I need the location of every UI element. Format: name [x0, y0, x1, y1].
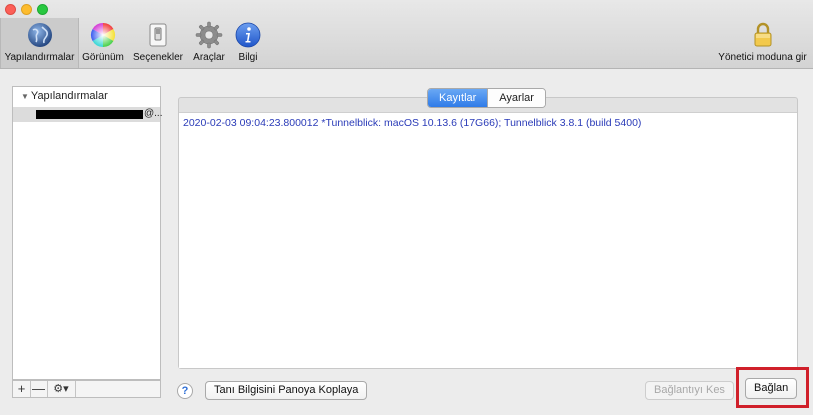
minimize-window-button[interactable]	[21, 4, 32, 15]
toolbar-configurations[interactable]: Yapılandırmalar	[0, 18, 79, 68]
tab-logs[interactable]: Kayıtlar	[428, 89, 488, 107]
toolbar-configurations-label: Yapılandırmalar	[4, 52, 75, 63]
log-view[interactable]: 2020-02-03 09:04:23.800012 *Tunnelblick:…	[179, 112, 797, 368]
toolbar-info[interactable]: Bilgi	[230, 18, 266, 68]
tab-settings[interactable]: Ayarlar	[487, 89, 545, 107]
tab-bar: Kayıtlar Ayarlar	[427, 88, 546, 108]
disconnect-button[interactable]: Bağlantıyı Kes	[645, 381, 734, 400]
configuration-item-suffix: @...	[144, 108, 163, 119]
help-button[interactable]: ?	[177, 383, 193, 399]
sidebar-button-bar: + — ⚙▾	[12, 380, 161, 398]
disclosure-triangle-icon[interactable]: ▼	[21, 92, 29, 101]
gear-icon	[195, 21, 223, 49]
toolbar-admin-mode-label: Yönetici moduna gir	[718, 52, 807, 63]
toolbar-admin-mode[interactable]: Yönetici moduna gir	[712, 18, 813, 68]
configurations-header[interactable]: ▼ Yapılandırmalar	[21, 90, 108, 102]
copy-diagnostics-button[interactable]: Tanı Bilgisini Panoya Koplaya	[205, 381, 368, 400]
redacted-configuration-name	[36, 110, 143, 119]
toolbar-options-label: Seçenekler	[132, 52, 184, 63]
configuration-item[interactable]: @...	[13, 107, 163, 122]
info-icon	[235, 22, 261, 48]
configurations-header-label: Yapılandırmalar	[30, 90, 108, 102]
close-window-button[interactable]	[5, 4, 16, 15]
zoom-window-button[interactable]	[37, 4, 48, 15]
toolbar-options[interactable]: Seçenekler	[130, 18, 186, 68]
toolbar-appearance[interactable]: Görünüm	[78, 18, 128, 68]
globe-icon	[27, 23, 52, 47]
configuration-gear-menu-button[interactable]: ⚙▾	[47, 381, 76, 397]
switch-icon	[149, 23, 167, 47]
add-configuration-button[interactable]: +	[13, 381, 31, 397]
remove-configuration-button[interactable]: —	[30, 381, 48, 397]
configurations-list[interactable]: ▼ Yapılandırmalar @...	[12, 86, 163, 380]
window-toolbar: Yapılandırmalar Görünüm Seçenekler Araçl…	[0, 0, 813, 69]
color-wheel-icon	[90, 22, 116, 47]
toolbar-tools[interactable]: Araçlar	[188, 18, 230, 68]
connect-button-highlight	[736, 367, 809, 408]
lock-icon	[754, 22, 771, 47]
log-line: 2020-02-03 09:04:23.800012 *Tunnelblick:…	[183, 117, 642, 129]
toolbar-appearance-label: Görünüm	[82, 52, 124, 63]
toolbar-info-label: Bilgi	[238, 52, 258, 63]
toolbar-tools-label: Araçlar	[193, 52, 225, 63]
